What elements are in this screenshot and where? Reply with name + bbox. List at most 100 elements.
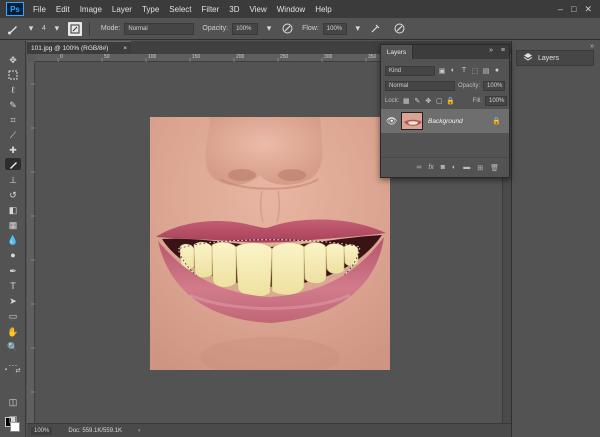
menu-image[interactable]: Image bbox=[75, 5, 107, 14]
mode-select[interactable]: Normal bbox=[124, 22, 195, 35]
kind-filter-select[interactable]: Kind bbox=[385, 65, 435, 76]
lock-transparent-icon[interactable]: ▦ bbox=[402, 97, 410, 105]
ruler-mark: 200 bbox=[236, 54, 245, 60]
path-select-tool-icon[interactable]: ➤ bbox=[5, 295, 21, 307]
delete-layer-icon[interactable]: 🗑 bbox=[490, 164, 499, 172]
gradient-tool-icon[interactable]: ▦ bbox=[5, 219, 21, 231]
document-image[interactable] bbox=[150, 117, 390, 370]
menu-filter[interactable]: Filter bbox=[197, 5, 225, 14]
panel-menu-icon[interactable]: ≡ bbox=[501, 47, 505, 54]
collapse-panel-icon[interactable]: » bbox=[489, 47, 493, 54]
healing-brush-tool-icon[interactable]: ✚ bbox=[5, 144, 21, 156]
layers-panel-header[interactable]: Layers » ≡ bbox=[381, 45, 509, 59]
brush-tool-icon[interactable] bbox=[5, 158, 21, 170]
filter-toggle-icon[interactable]: ● bbox=[493, 67, 501, 75]
filter-type-icon[interactable]: T bbox=[460, 67, 468, 75]
new-layer-icon[interactable]: ⊞ bbox=[477, 164, 483, 172]
layer-row-background[interactable]: 👁 Background 🔒 bbox=[381, 109, 509, 133]
clone-stamp-tool-icon[interactable]: ⊥ bbox=[5, 174, 21, 186]
lock-pixels-icon[interactable]: ✎ bbox=[413, 97, 421, 105]
default-colors-icon[interactable]: ▪ bbox=[2, 364, 10, 376]
menu-select[interactable]: Select bbox=[164, 5, 196, 14]
zoom-level-field[interactable]: 100% bbox=[31, 426, 53, 435]
layers-panel: Layers » ≡ Kind ▣ ◐ T ⬚ ▤ ● Normal Opaci… bbox=[380, 44, 510, 178]
blend-row: Normal Opacity: 100% bbox=[385, 80, 507, 91]
pen-tool-icon[interactable]: ✒ bbox=[5, 265, 21, 277]
ruler-mark: 250 bbox=[280, 54, 289, 60]
layer-style-icon[interactable]: fx bbox=[428, 164, 433, 171]
layers-dock-button[interactable]: Layers bbox=[516, 50, 594, 66]
airbrush-icon[interactable] bbox=[369, 22, 383, 36]
menu-file[interactable]: File bbox=[28, 5, 51, 14]
filter-shape-icon[interactable]: ⬚ bbox=[471, 67, 479, 75]
filter-adjustment-icon[interactable]: ◐ bbox=[449, 67, 457, 75]
lasso-tool-icon[interactable]: ℓ bbox=[5, 84, 21, 96]
pressure-size-icon[interactable] bbox=[393, 22, 407, 36]
maximize-button[interactable]: □ bbox=[571, 4, 576, 14]
layer-lock-icon: 🔒 bbox=[492, 118, 501, 125]
filter-pixel-icon[interactable]: ▣ bbox=[438, 67, 446, 75]
chevron-down-icon[interactable]: ▾ bbox=[50, 22, 64, 36]
menu-layer[interactable]: Layer bbox=[107, 5, 137, 14]
history-brush-tool-icon[interactable]: ↺ bbox=[5, 189, 21, 201]
vertical-ruler bbox=[27, 54, 35, 423]
layers-panel-tab[interactable]: Layers bbox=[381, 45, 413, 59]
status-menu-arrow[interactable]: › bbox=[138, 428, 140, 434]
marquee-tool-icon[interactable] bbox=[5, 69, 21, 81]
new-group-icon[interactable]: ▬ bbox=[463, 164, 470, 171]
add-mask-icon[interactable]: ◙ bbox=[441, 164, 445, 171]
close-button[interactable]: ✕ bbox=[584, 4, 592, 15]
document-tab[interactable]: 101.jpg @ 100% (RGB/8#) × bbox=[27, 41, 131, 54]
screen-mode-icon[interactable]: ▣ bbox=[5, 413, 21, 425]
lock-all-icon[interactable]: 🔒 bbox=[446, 97, 455, 105]
rectangle-tool-icon[interactable]: ▭ bbox=[5, 310, 21, 322]
menu-help[interactable]: Help bbox=[310, 5, 336, 14]
layers-panel-footer: ∞ fx ◙ ◐ ▬ ⊞ 🗑 bbox=[381, 157, 509, 177]
dock-collapse-icon[interactable]: » bbox=[590, 43, 594, 50]
quick-select-tool-icon[interactable]: ✎ bbox=[5, 99, 21, 111]
quick-mask-icon[interactable]: ◫ bbox=[5, 396, 21, 408]
layer-opacity-field[interactable]: 100% bbox=[483, 80, 506, 91]
ruler-mark: 100 bbox=[148, 54, 157, 60]
layer-thumbnail bbox=[401, 112, 423, 130]
blend-mode-select[interactable]: Normal bbox=[385, 80, 455, 91]
eyedropper-tool-icon[interactable]: ⟋ bbox=[5, 129, 21, 141]
chevron-down-icon[interactable]: ▾ bbox=[351, 22, 365, 36]
type-tool-icon[interactable]: T bbox=[5, 280, 21, 292]
mode-label: Mode: bbox=[100, 25, 121, 32]
brush-size-value[interactable]: 4 bbox=[42, 25, 46, 32]
ruler-mark: 350 bbox=[368, 54, 377, 60]
link-layers-icon[interactable]: ∞ bbox=[416, 164, 421, 171]
pressure-opacity-icon[interactable] bbox=[280, 22, 294, 36]
menu-view[interactable]: View bbox=[245, 5, 272, 14]
layer-name[interactable]: Background bbox=[428, 118, 487, 125]
blur-tool-icon[interactable]: 💧 bbox=[5, 234, 21, 246]
opacity-field[interactable]: 100% bbox=[232, 22, 259, 35]
menu-edit[interactable]: Edit bbox=[51, 5, 75, 14]
chevron-down-icon[interactable]: ▾ bbox=[262, 22, 276, 36]
close-tab-icon[interactable]: × bbox=[123, 45, 127, 52]
move-tool-icon[interactable]: ✥ bbox=[5, 54, 21, 66]
opacity-label: Opacity: bbox=[202, 25, 229, 32]
swap-colors-icon[interactable]: ⇄ bbox=[14, 364, 22, 376]
menu-type[interactable]: Type bbox=[137, 5, 164, 14]
eraser-tool-icon[interactable]: ◧ bbox=[5, 204, 21, 216]
status-bar: 100% Doc: 559.1K/559.1K › bbox=[27, 423, 511, 437]
fill-field[interactable]: 100% bbox=[485, 95, 507, 106]
visibility-eye-icon[interactable]: 👁 bbox=[386, 116, 397, 127]
brush-preset-icon[interactable] bbox=[6, 22, 20, 36]
filter-smart-object-icon[interactable]: ▤ bbox=[482, 67, 490, 75]
zoom-tool-icon[interactable]: 🔍 bbox=[5, 341, 21, 353]
hand-tool-icon[interactable]: ✋ bbox=[5, 326, 21, 338]
menu-window[interactable]: Window bbox=[272, 5, 310, 14]
chevron-down-icon[interactable]: ▾ bbox=[24, 22, 38, 36]
lock-artboard-icon[interactable]: ▢ bbox=[435, 97, 443, 105]
flow-field[interactable]: 100% bbox=[322, 22, 347, 35]
crop-tool-icon[interactable]: ⌗ bbox=[5, 114, 21, 126]
brush-panel-toggle-icon[interactable] bbox=[67, 21, 82, 36]
dodge-tool-icon[interactable]: ● bbox=[5, 249, 21, 261]
minimize-button[interactable]: – bbox=[558, 4, 563, 14]
menu-3d[interactable]: 3D bbox=[224, 5, 244, 14]
lock-position-icon[interactable]: ✥ bbox=[424, 97, 432, 105]
new-adjustment-layer-icon[interactable]: ◐ bbox=[452, 164, 456, 171]
